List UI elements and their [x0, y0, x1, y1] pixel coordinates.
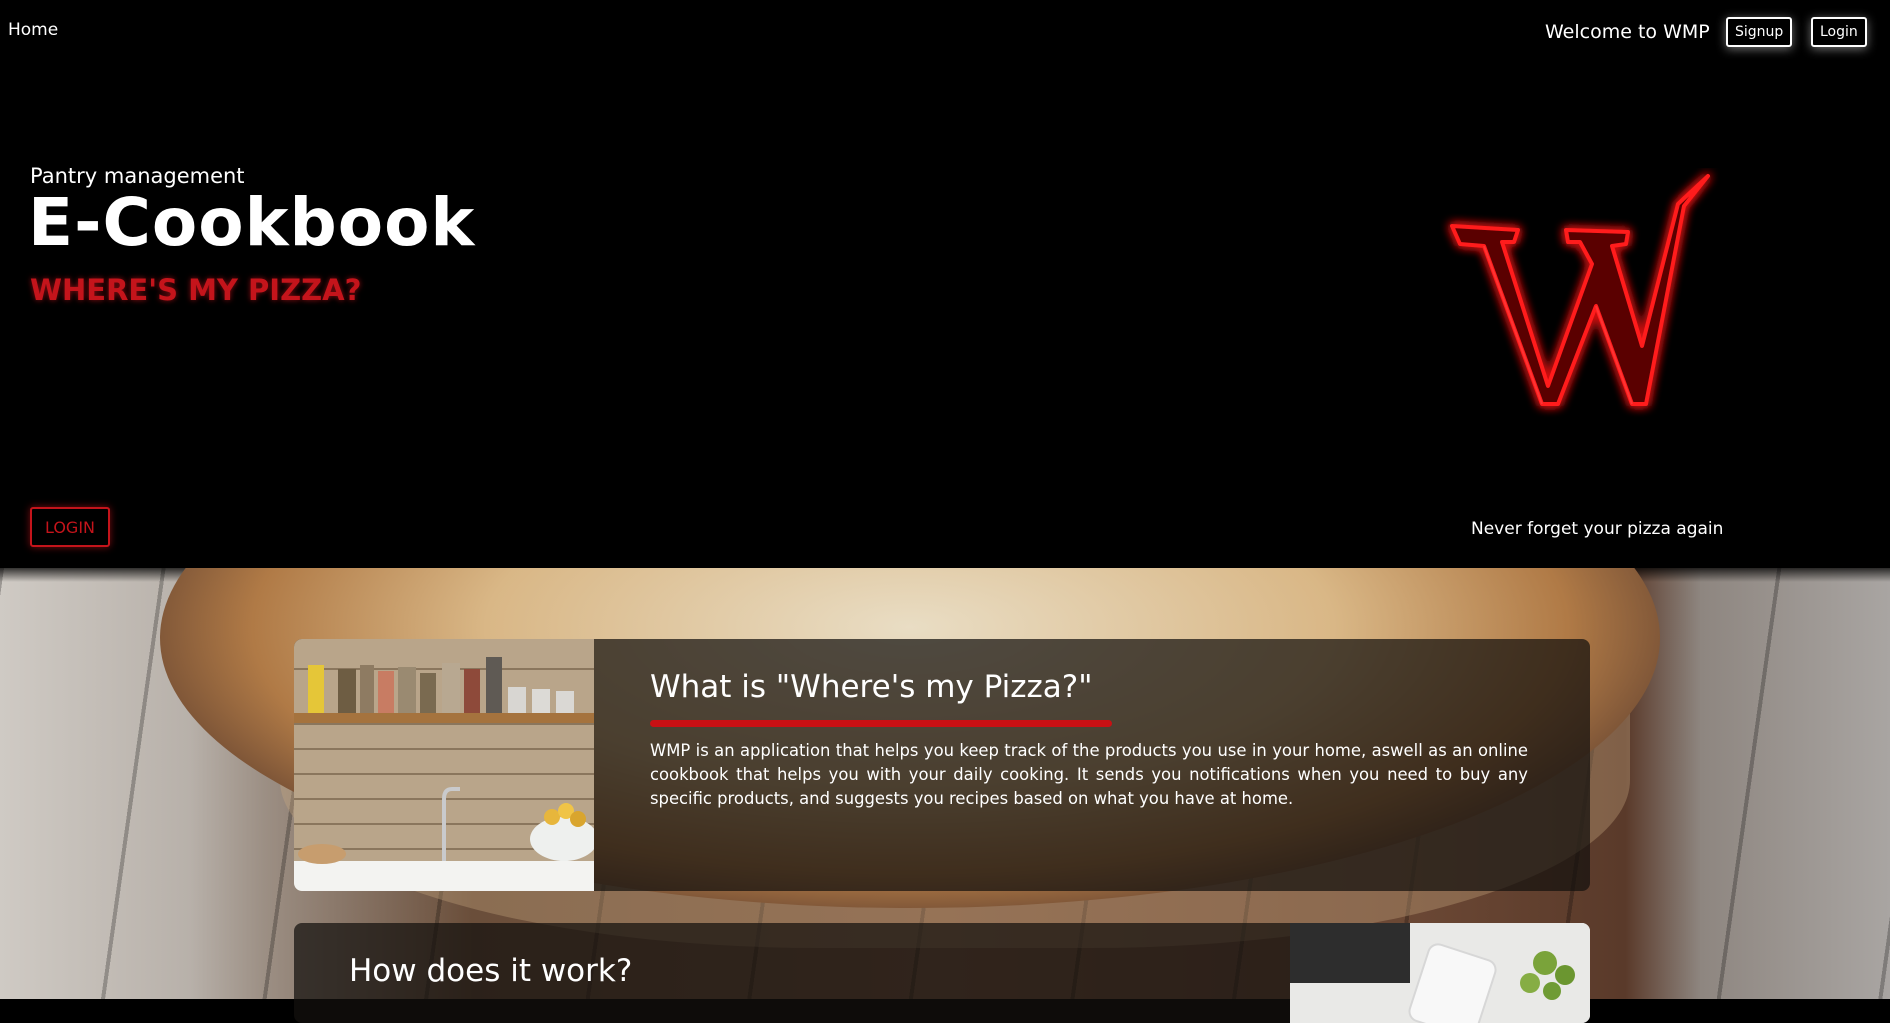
top-nav: Home Welcome to WMP Signup Login — [0, 0, 1890, 64]
welcome-text: Welcome to WMP — [1545, 21, 1710, 43]
signup-button[interactable]: Signup — [1726, 17, 1793, 47]
about-title: What is "Where's my Pizza?" — [650, 669, 1093, 705]
title-underline — [650, 720, 1112, 727]
hero-section: Pantry management E-Cookbook WHERE'S MY … — [0, 64, 1890, 568]
hero-login-button[interactable]: LOGIN — [30, 507, 110, 547]
about-card: What is "Where's my Pizza?" WMP is an ap… — [294, 639, 1590, 891]
wmp-logo-icon — [1450, 174, 1710, 406]
page-title: E-Cookbook — [28, 184, 476, 261]
nav-login-button[interactable]: Login — [1811, 17, 1867, 47]
nav-home-link[interactable]: Home — [8, 20, 58, 40]
about-description: WMP is an application that helps you kee… — [650, 741, 1528, 808]
phone-recipe-image — [1290, 923, 1590, 1023]
hero-slogan: Never forget your pizza again — [1471, 519, 1724, 539]
how-it-works-title: How does it work? — [349, 953, 633, 989]
kitchen-shelf-image — [294, 639, 594, 891]
how-it-works-card: How does it work? — [294, 923, 1590, 1023]
hero-tagline: WHERE'S MY PIZZA? — [30, 273, 362, 307]
